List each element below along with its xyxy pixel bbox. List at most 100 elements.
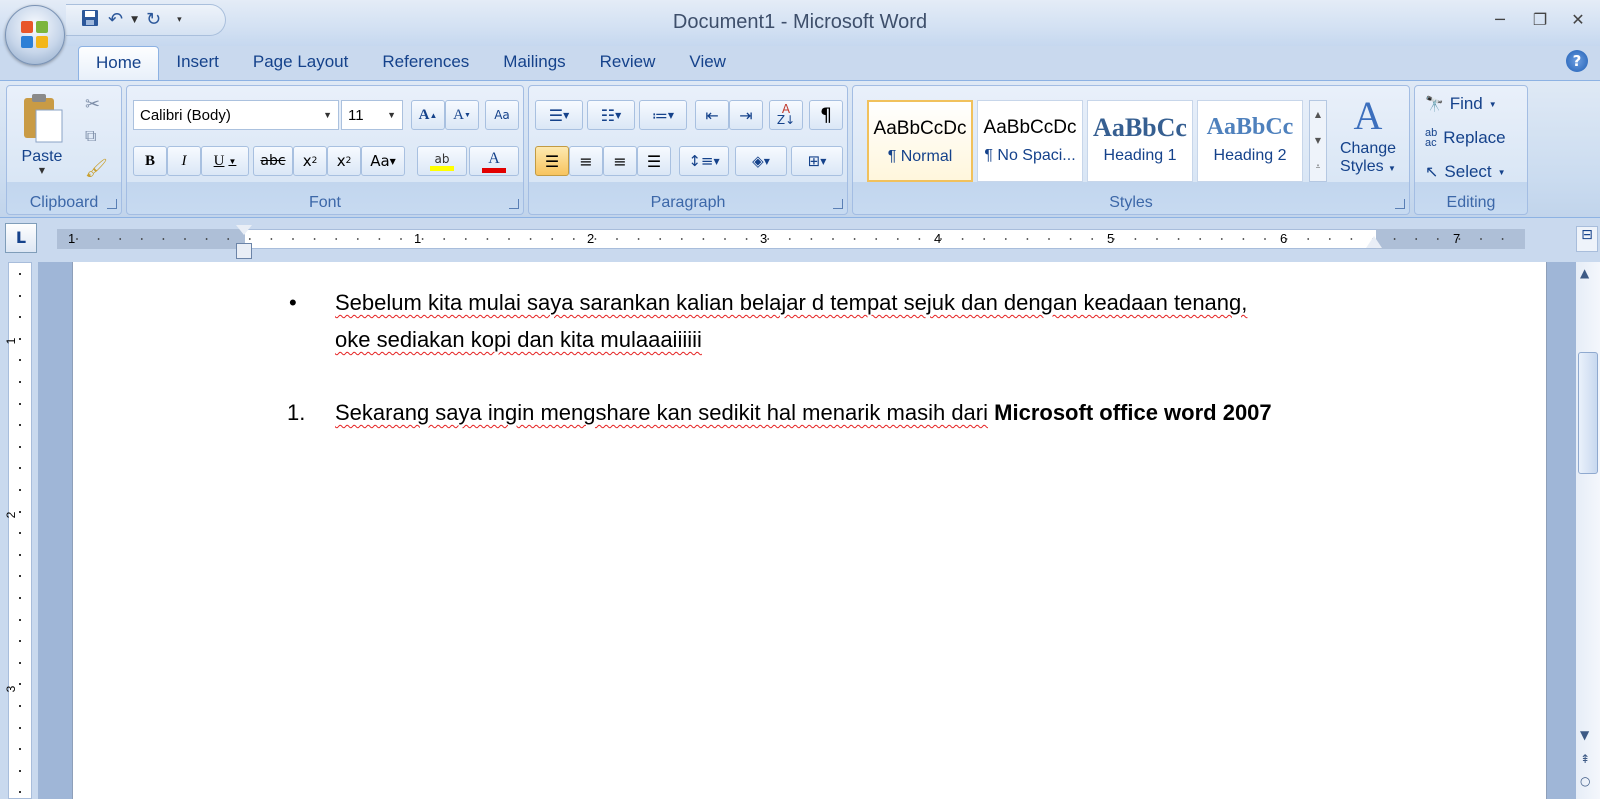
- format-painter-icon[interactable]: 🖌: [85, 158, 108, 179]
- undo-dropdown-icon[interactable]: ▼: [131, 15, 138, 25]
- style-normal-name: ¶ Normal: [887, 148, 953, 165]
- vertical-scrollbar[interactable]: [1576, 262, 1600, 799]
- font-size-value: 11: [348, 106, 364, 124]
- strikethrough-icon[interactable]: abc: [253, 146, 293, 176]
- style-normal[interactable]: AaBbCcDc ¶ Normal: [867, 100, 973, 182]
- change-styles-button[interactable]: A Change Styles ▼: [1333, 92, 1403, 188]
- scroll-down-icon[interactable]: ▼: [1580, 728, 1589, 742]
- scroll-up-icon[interactable]: ▲: [1580, 266, 1589, 280]
- vruler-tick: [19, 640, 21, 643]
- vruler-tick: [19, 337, 21, 340]
- restore-icon[interactable]: ❐: [1525, 10, 1555, 29]
- shrink-font-icon[interactable]: A ▼: [445, 100, 479, 130]
- style-no-spacing[interactable]: AaBbCcDc ¶ No Spaci...: [977, 100, 1083, 182]
- underline-icon[interactable]: U ▼: [201, 146, 249, 176]
- line-spacing-icon[interactable]: ↕≡ ▼: [679, 146, 729, 176]
- paragraph-launcher-icon[interactable]: [833, 199, 843, 209]
- ruler-tick: [875, 238, 878, 240]
- ruler-tick: [702, 238, 705, 240]
- close-icon[interactable]: ✕: [1563, 10, 1593, 29]
- tab-mailings[interactable]: Mailings: [486, 46, 582, 80]
- bullet-line-1[interactable]: Sebelum kita mulai saya sarankan kalian …: [335, 290, 1247, 316]
- bold-icon[interactable]: B: [133, 146, 167, 176]
- ruler-tick: [356, 238, 359, 240]
- office-button[interactable]: [5, 5, 65, 65]
- ruler-tick: [292, 238, 294, 240]
- grow-font-icon[interactable]: A ▲: [411, 100, 445, 130]
- numbered-item-bold: Microsoft office word 2007: [994, 400, 1272, 425]
- cut-icon[interactable]: ✂: [85, 94, 100, 115]
- bullets-icon[interactable]: ☰ ▼: [535, 100, 583, 130]
- numbering-icon[interactable]: ☷ ▼: [587, 100, 635, 130]
- help-icon[interactable]: ?: [1566, 50, 1588, 72]
- tab-view[interactable]: View: [672, 46, 743, 80]
- select-button[interactable]: ↖ Select ▼: [1425, 162, 1506, 182]
- previous-page-icon[interactable]: ⇞: [1580, 752, 1590, 766]
- styles-scroll-up-icon[interactable]: ▲: [1315, 110, 1321, 119]
- highlight-icon[interactable]: ab: [417, 146, 467, 176]
- style-heading-1[interactable]: AaBbCc Heading 1: [1087, 100, 1193, 182]
- clear-formatting-icon[interactable]: Aa: [485, 100, 519, 130]
- first-line-indent-marker[interactable]: [236, 225, 252, 235]
- decrease-indent-icon[interactable]: ⇤: [695, 100, 729, 130]
- scrollbar-thumb[interactable]: [1578, 352, 1598, 474]
- styles-scroll-down-icon[interactable]: ▼: [1315, 136, 1321, 145]
- find-dropdown-icon: ▼: [1488, 99, 1497, 109]
- subscript-icon[interactable]: x2: [293, 146, 327, 176]
- styles-more-icon[interactable]: ⩡: [1316, 162, 1321, 172]
- styles-launcher-icon[interactable]: [1395, 199, 1405, 209]
- save-icon[interactable]: [80, 8, 100, 32]
- borders-icon[interactable]: ⊞ ▼: [791, 146, 843, 176]
- clipboard-launcher-icon[interactable]: [107, 199, 117, 209]
- tab-insert[interactable]: Insert: [159, 46, 236, 80]
- tab-references[interactable]: References: [365, 46, 486, 80]
- font-family-dropdown-icon[interactable]: ▼: [323, 110, 332, 120]
- ruler-tick: [1264, 238, 1266, 240]
- increase-indent-icon[interactable]: ⇥: [729, 100, 763, 130]
- copy-icon[interactable]: ⧉: [85, 126, 96, 146]
- tab-home[interactable]: Home: [78, 46, 160, 80]
- view-ruler-icon[interactable]: ⊟: [1576, 226, 1598, 252]
- paste-dropdown-icon[interactable]: ▼: [17, 166, 67, 175]
- document-page[interactable]: • Sebelum kita mulai saya sarankan kalia…: [72, 262, 1547, 799]
- ruler-tick: [335, 238, 338, 240]
- find-button[interactable]: 🔭 Find ▼: [1425, 94, 1497, 114]
- tab-review[interactable]: Review: [583, 46, 673, 80]
- minimize-icon[interactable]: ─: [1485, 10, 1515, 29]
- multilevel-list-icon[interactable]: ≔ ▼: [639, 100, 687, 130]
- font-family-combo[interactable]: Calibri (Body) ▼: [133, 100, 339, 130]
- style-heading-2[interactable]: AaBbCc Heading 2: [1197, 100, 1303, 182]
- right-indent-marker[interactable]: [1366, 236, 1382, 248]
- left-indent-marker[interactable]: [236, 243, 252, 259]
- font-launcher-icon[interactable]: [509, 199, 519, 209]
- styles-gallery-scroll[interactable]: ▲ ▼ ⩡: [1309, 100, 1327, 182]
- replace-icon: ab ac: [1425, 127, 1438, 149]
- show-hide-icon[interactable]: ¶: [809, 100, 843, 130]
- undo-icon[interactable]: ↶: [108, 11, 123, 29]
- customize-qat-icon[interactable]: ▾: [177, 15, 182, 25]
- tab-selector-icon[interactable]: L: [5, 223, 37, 253]
- bullet-line-2[interactable]: oke sediakan kopi dan kita mulaaaiiiiii: [335, 327, 702, 353]
- ruler-tick: [1199, 238, 1202, 240]
- ruler-tick: [184, 238, 186, 240]
- paste-button[interactable]: Paste ▼: [17, 92, 67, 182]
- align-center-icon[interactable]: ≡: [569, 146, 603, 176]
- numbered-item[interactable]: Sekarang saya ingin mengshare kan sediki…: [335, 400, 1272, 426]
- ruler-tick: [1285, 238, 1288, 240]
- ruler-tick: [1026, 238, 1029, 240]
- replace-button[interactable]: ab ac Replace: [1425, 127, 1506, 149]
- font-color-icon[interactable]: A: [469, 146, 519, 176]
- change-case-icon[interactable]: Aa ▼: [361, 146, 405, 176]
- italic-icon[interactable]: I: [167, 146, 201, 176]
- redo-icon[interactable]: ↻: [146, 11, 161, 29]
- font-size-dropdown-icon[interactable]: ▼: [387, 110, 396, 120]
- justify-icon[interactable]: ☰: [637, 146, 671, 176]
- superscript-icon[interactable]: x2: [327, 146, 361, 176]
- align-left-icon[interactable]: ☰: [535, 146, 569, 176]
- align-right-icon[interactable]: ≡: [603, 146, 637, 176]
- tab-page-layout[interactable]: Page Layout: [236, 46, 365, 80]
- shading-icon[interactable]: ◈ ▼: [735, 146, 787, 176]
- sort-icon[interactable]: A Z↓: [769, 100, 803, 130]
- select-browse-object-icon[interactable]: ○: [1580, 774, 1590, 788]
- font-size-combo[interactable]: 11 ▼: [341, 100, 403, 130]
